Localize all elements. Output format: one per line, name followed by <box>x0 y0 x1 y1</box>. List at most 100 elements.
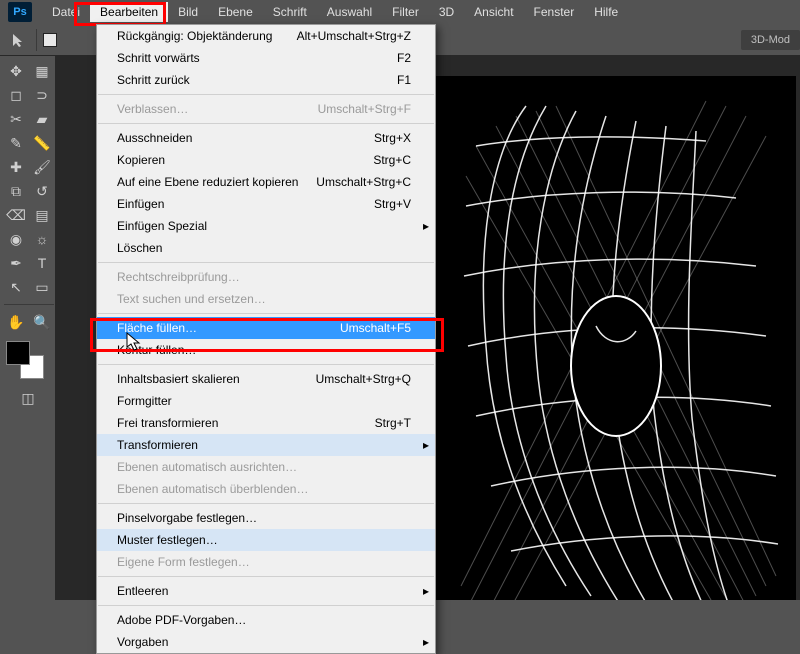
menu-item-label: Fläche füllen… <box>117 320 197 336</box>
history-brush-tool[interactable]: ↺ <box>30 180 54 202</box>
menu-item-transformieren[interactable]: Transformieren ▸ <box>97 434 435 456</box>
color-swatches[interactable] <box>6 341 44 379</box>
ruler-tool[interactable]: 📏 <box>30 132 54 154</box>
menu-item-shortcut: Strg+T <box>375 415 411 431</box>
stamp-tool[interactable]: ⧉ <box>4 180 28 202</box>
menu-item-löschen[interactable]: Löschen <box>97 237 435 259</box>
menu-item-einfügen[interactable]: Einfügen Strg+V <box>97 193 435 215</box>
menu-hilfe[interactable]: Hilfe <box>584 2 628 22</box>
foreground-swatch[interactable] <box>6 341 30 365</box>
move-tool[interactable]: ✥ <box>4 60 28 82</box>
menu-filter[interactable]: Filter <box>382 2 429 22</box>
menu-item-label: Rechtschreibprüfung… <box>117 269 240 285</box>
menu-item-label: Transformieren <box>117 437 198 453</box>
menu-separator <box>98 94 434 95</box>
submenu-arrow-icon: ▸ <box>423 437 429 453</box>
menu-bearbeiten[interactable]: Bearbeiten <box>90 2 168 22</box>
artboard-tool[interactable]: ▦ <box>30 60 54 82</box>
menu-item-label: Muster festlegen… <box>117 532 218 548</box>
menu-separator <box>98 364 434 365</box>
menu-separator <box>98 576 434 577</box>
menu-item-label: Entleeren <box>117 583 168 599</box>
move-tool-indicator <box>8 30 30 50</box>
menu-separator <box>98 605 434 606</box>
menu-item-shortcut: F1 <box>397 72 411 88</box>
menu-item-vorgaben[interactable]: Vorgaben▸ <box>97 631 435 653</box>
separator <box>36 29 37 51</box>
quick-mask-toggle[interactable]: ◫ <box>4 387 52 409</box>
menu-item-pinselvorgabe-festlegen[interactable]: Pinselvorgabe festlegen… <box>97 507 435 529</box>
menu-item-label: Kopieren <box>117 152 165 168</box>
menu-item-text-suchen-und-ersetzen: Text suchen und ersetzen… <box>97 288 435 310</box>
menu-item-schritt-vorwärts[interactable]: Schritt vorwärtsF2 <box>97 47 435 69</box>
menu-item-label: Kontur füllen… <box>117 342 196 358</box>
menu-datei[interactable]: Datei <box>42 2 90 22</box>
slice-tool[interactable]: ▰ <box>30 108 54 130</box>
type-tool[interactable]: T <box>30 252 54 274</box>
menu-item-inhaltsbasiert-skalieren[interactable]: Inhaltsbasiert skalierenUmschalt+Strg+Q <box>97 368 435 390</box>
menubar: Ps DateiBearbeitenBildEbeneSchriftAuswah… <box>0 0 800 24</box>
heal-tool[interactable]: ✚ <box>4 156 28 178</box>
menu-item-shortcut: Strg+V <box>374 196 411 212</box>
menu-item-schritt-zurück[interactable]: Schritt zurück F1 <box>97 69 435 91</box>
submenu-arrow-icon: ▸ <box>423 583 429 599</box>
menu-item-label: Schritt zurück <box>117 72 190 88</box>
blur-tool[interactable]: ◉ <box>4 228 28 250</box>
menu-item-label: Text suchen und ersetzen… <box>117 291 266 307</box>
menu-item-rückgängig-objektänderung[interactable]: Rückgängig: ObjektänderungAlt+Umschalt+S… <box>97 25 435 47</box>
submenu-arrow-icon: ▸ <box>423 218 429 234</box>
auto-select-checkbox[interactable] <box>43 33 57 47</box>
menu-item-label: Formgitter <box>117 393 172 409</box>
menu-ebene[interactable]: Ebene <box>208 2 263 22</box>
menu-item-adobe-pdf-vorgaben[interactable]: Adobe PDF-Vorgaben… <box>97 609 435 631</box>
workspace-label[interactable]: 3D-Mod <box>741 30 800 50</box>
menu-item-fläche-füllen[interactable]: Fläche füllen… Umschalt+F5 <box>97 317 435 339</box>
menu-item-label: Frei transformieren <box>117 415 218 431</box>
zoom-tool[interactable]: 🔍 <box>30 311 54 333</box>
menu-bild[interactable]: Bild <box>168 2 208 22</box>
brush-tool[interactable]: 🖌 <box>30 156 54 178</box>
pen-tool[interactable]: ✒ <box>4 252 28 274</box>
eyedropper-tool[interactable]: ✎ <box>4 132 28 154</box>
menu-item-frei-transformieren[interactable]: Frei transformieren Strg+T <box>97 412 435 434</box>
menu-3d[interactable]: 3D <box>429 2 464 22</box>
eraser-tool[interactable]: ⌫ <box>4 204 28 226</box>
hand-tool[interactable]: ✋ <box>4 311 28 333</box>
marquee-tool[interactable]: ◻ <box>4 84 28 106</box>
menu-item-label: Schritt vorwärts <box>117 50 200 66</box>
menu-item-label: Auf eine Ebene reduziert kopieren <box>117 174 298 190</box>
menu-item-ausschneiden[interactable]: AusschneidenStrg+X <box>97 127 435 149</box>
menu-auswahl[interactable]: Auswahl <box>317 2 382 22</box>
menu-item-shortcut: Strg+C <box>373 152 411 168</box>
menu-item-label: Einfügen <box>117 196 164 212</box>
menu-item-auf-eine-ebene-reduziert-kopieren[interactable]: Auf eine Ebene reduziert kopieren Umschal… <box>97 171 435 193</box>
menu-item-kontur-füllen[interactable]: Kontur füllen… <box>97 339 435 361</box>
menu-ansicht[interactable]: Ansicht <box>464 2 523 22</box>
menu-item-label: Löschen <box>117 240 162 256</box>
menu-item-label: Ebenen automatisch ausrichten… <box>117 459 297 475</box>
shape-tool[interactable]: ▭ <box>30 276 54 298</box>
menu-item-label: Verblassen… <box>117 101 188 117</box>
menu-item-label: Inhaltsbasiert skalieren <box>117 371 240 387</box>
menu-item-entleeren[interactable]: Entleeren ▸ <box>97 580 435 602</box>
edit-menu-dropdown: Rückgängig: ObjektänderungAlt+Umschalt+S… <box>96 24 436 654</box>
menu-schrift[interactable]: Schrift <box>263 2 317 22</box>
menu-item-kopieren[interactable]: Kopieren Strg+C <box>97 149 435 171</box>
menu-item-shortcut: Umschalt+Strg+C <box>316 174 411 190</box>
lasso-tool[interactable]: ⊃ <box>30 84 54 106</box>
menu-separator <box>98 123 434 124</box>
menu-item-muster-festlegen[interactable]: Muster festlegen… <box>97 529 435 551</box>
menu-item-label: Ebenen automatisch überblenden… <box>117 481 308 497</box>
menu-item-einfügen-spezial[interactable]: Einfügen Spezial▸ <box>97 215 435 237</box>
menu-separator <box>98 503 434 504</box>
gradient-tool[interactable]: ▤ <box>30 204 54 226</box>
menu-item-shortcut: Umschalt+Strg+F <box>318 101 411 117</box>
menu-item-shortcut: Umschalt+F5 <box>340 320 411 336</box>
submenu-arrow-icon: ▸ <box>423 634 429 650</box>
menu-item-formgitter[interactable]: Formgitter <box>97 390 435 412</box>
path-select-tool[interactable]: ↖ <box>4 276 28 298</box>
dodge-tool[interactable]: ☼ <box>30 228 54 250</box>
menu-item-label: Rückgängig: Objektänderung <box>117 28 272 44</box>
crop-tool[interactable]: ✂ <box>4 108 28 130</box>
menu-fenster[interactable]: Fenster <box>524 2 585 22</box>
